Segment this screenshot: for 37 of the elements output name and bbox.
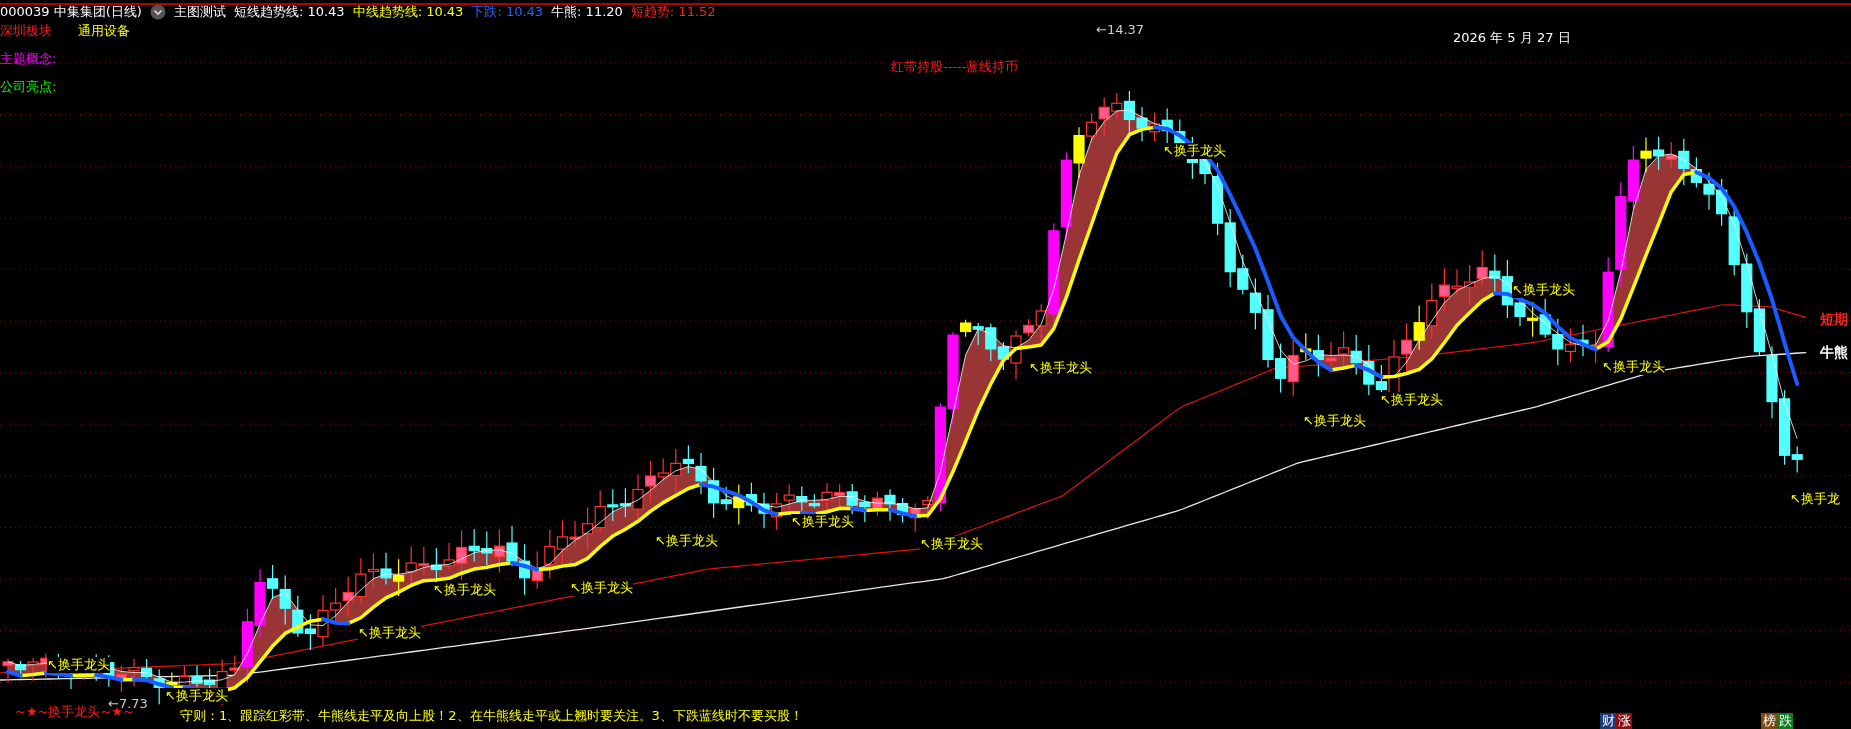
signal-label: ↖换手龙头 [920,536,983,552]
signal-label: ↖换手龙 [1790,491,1840,507]
chart-date: 2026 年 5 月 27 日 [1453,30,1571,46]
indicator-reading: 下跌: 10.43 [471,3,544,21]
line-label: 短期 [1820,311,1848,327]
sector-value: 通用设备 [78,23,130,39]
chart-caption: 红带持股-----蓝线持币 [891,59,1019,75]
signal-label: ↖换手龙头 [1303,413,1366,429]
signal-label: ↖换手龙头 [791,514,854,530]
high-price-marker: ←14.37 [1096,22,1145,38]
signal-label: ↖换手龙头 [570,580,633,596]
signal-label: ↖换手龙头 [1380,392,1443,408]
signal-label: ↖换手龙头 [358,625,421,641]
sector-label: 深圳板块 [0,23,52,39]
indicator-reading: 短线趋势线: 10.43 [233,3,345,21]
tag-label[interactable]: 榜 [1761,713,1777,729]
tag-label[interactable]: 跌 [1777,713,1793,729]
signal-label: ↖换手龙头 [47,657,110,673]
line-label: 牛熊 [1820,344,1848,360]
indicator-reading: 牛熊: 11.20 [551,3,623,21]
trading-rules: 守则：1、跟踪红彩带、牛熊线走平及向上股！2、在牛熊线走平或上翘时要关注。3、下跌蓝线时不要买股！ [180,708,803,724]
signal-label: ↖换手龙头 [655,533,718,549]
signal-label: ↖换手龙头 [1602,359,1665,375]
tag-label[interactable]: 财 [1600,713,1616,729]
highlight-label: 公司亮点: [0,79,57,95]
indicator-name: 主图测试 [173,3,226,21]
signal-label: ↖换手龙头 [1512,282,1575,298]
signal-label: ↖换手龙头 [1163,143,1226,159]
signal-label: ↖换手龙头 [1029,360,1092,376]
signal-label: ↖换手龙头 [433,582,496,598]
signal-label: ↖换手龙头 [165,688,228,704]
stock-title: 000039 中集集团(日线) [0,3,142,21]
dropdown-icon[interactable] [149,4,166,20]
tag-label[interactable]: 涨 [1616,713,1632,729]
theme-label: 主题概念: [0,51,57,67]
indicator-reading: 短趋势: 11.52 [630,3,716,21]
indicator-reading: 中线趋势线: 10.43 [352,3,464,21]
